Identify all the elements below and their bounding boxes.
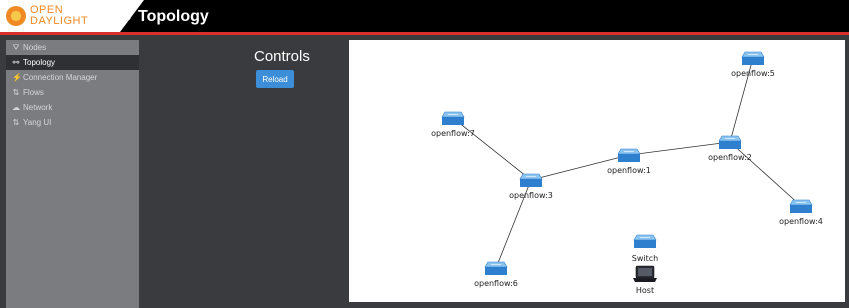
switch-icon: [617, 148, 641, 162]
cloud-icon: ☁: [12, 103, 20, 112]
node-label: openflow:3: [509, 191, 553, 200]
topology-icon: ⚯: [12, 58, 20, 67]
sidebar: ⛛ Nodes ⚯ Topology ⚡ Connection Manager ⇅ Flows…: [6, 40, 139, 308]
sun-logo-icon: [6, 6, 26, 26]
switch-icon: [718, 135, 742, 149]
sidebar-item-nodes[interactable]: ⛛ Nodes: [6, 40, 139, 55]
page-title: Topology: [138, 7, 209, 25]
switch-icon: [741, 51, 765, 65]
controls-panel: Controls: [254, 48, 310, 65]
legend-switch-icon: [633, 234, 657, 248]
topology-icon: [116, 7, 132, 26]
topology-link: [729, 141, 802, 207]
yang-icon: ⇅: [12, 118, 20, 127]
sidebar-item-yang-ui[interactable]: ⇅ Yang UI: [6, 115, 139, 130]
sidebar-item-connection-manager[interactable]: ⚡ Connection Manager: [6, 70, 139, 85]
switch-icon: [789, 199, 813, 213]
node-label: openflow:2: [708, 153, 752, 162]
sidebar-item-network[interactable]: ☁ Network: [6, 100, 139, 115]
sidebar-item-label: Nodes: [23, 43, 47, 52]
accent-divider: [0, 32, 849, 35]
sidebar-item-label: Flows: [23, 88, 44, 97]
switch-icon: [441, 111, 465, 125]
controls-title: Controls: [254, 48, 310, 65]
node-label: openflow:7: [431, 129, 475, 138]
switch-icon: [484, 261, 508, 275]
switch-icon: [519, 173, 543, 187]
sidebar-item-label: Connection Manager: [23, 73, 98, 82]
node-label: openflow:4: [779, 217, 823, 226]
sidebar-item-label: Network: [23, 103, 53, 112]
logo-text-line2: DAYLIGHT: [30, 15, 89, 27]
sidebar-item-label: Topology: [23, 58, 56, 67]
topology-canvas[interactable]: openflow:5 openflow:7 openflow:1 openflow:2…: [349, 40, 845, 302]
node-label: openflow:1: [607, 166, 651, 175]
node-label: openflow:5: [731, 69, 775, 78]
logo[interactable]: OPEN DAYLIGHT: [0, 0, 120, 32]
sidebar-item-topology[interactable]: ⚯ Topology: [6, 55, 139, 70]
legend-host-label: Host: [636, 286, 654, 295]
title-area: Topology: [116, 7, 209, 26]
sidebar-item-label: Yang UI: [23, 118, 52, 127]
sidebar-item-flows[interactable]: ⇅ Flows: [6, 85, 139, 100]
topology-link: [452, 117, 532, 181]
reload-button[interactable]: Reload: [256, 70, 294, 88]
topology-graph[interactable]: openflow:5 openflow:7 openflow:1 openflow:2…: [349, 40, 845, 302]
legend-host-icon: [633, 265, 657, 282]
flows-icon: ⇅: [12, 88, 20, 97]
node-label: openflow:6: [474, 279, 518, 288]
sitemap-icon: ⛛: [12, 43, 20, 52]
legend-switch-label: Switch: [632, 254, 658, 263]
plug-icon: ⚡: [12, 73, 22, 82]
